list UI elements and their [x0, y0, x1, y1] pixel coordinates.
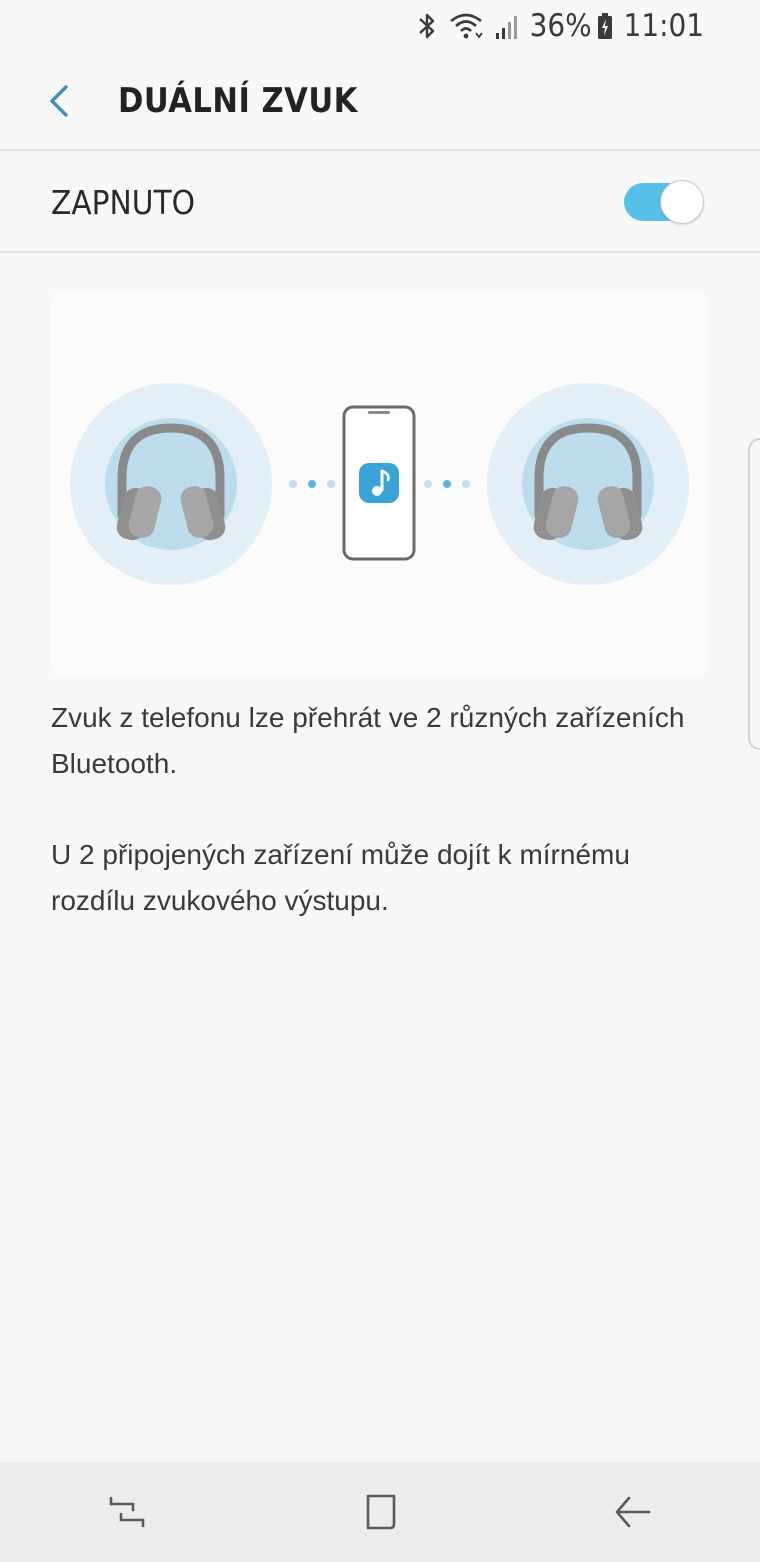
nav-back-button[interactable] [573, 1462, 693, 1562]
page-title: DUÁLNÍ ZVUK [118, 80, 358, 121]
home-icon [366, 1494, 396, 1530]
bluetooth-icon [416, 11, 438, 41]
chevron-left-icon [50, 84, 68, 117]
toggle-knob [660, 180, 704, 224]
master-switch-row[interactable]: ZAPNUTO [0, 153, 760, 253]
signal-icon [494, 11, 520, 41]
back-arrow-icon [616, 1496, 651, 1528]
back-button[interactable] [24, 66, 94, 136]
description-paragraph-1: Zvuk z telefonu lze přehrát ve 2 různých… [51, 702, 685, 779]
phone-icon [342, 405, 416, 561]
recent-apps-button[interactable] [67, 1462, 187, 1562]
description-paragraph-2: U 2 připojených zařízení může dojít k mí… [51, 839, 630, 916]
edge-panel-handle[interactable] [748, 438, 760, 750]
home-button[interactable] [320, 1462, 440, 1562]
battery-charging-icon [596, 11, 614, 41]
dual-audio-illustration [50, 290, 708, 678]
battery-percent: 36% [529, 8, 592, 44]
music-note-icon [359, 463, 399, 503]
status-bar: 36% 11:01 [0, 0, 760, 52]
dual-audio-toggle[interactable] [624, 180, 704, 224]
app-bar: DUÁLNÍ ZVUK [0, 52, 760, 151]
switch-label: ZAPNUTO [51, 182, 195, 222]
wifi-icon [448, 11, 484, 41]
navigation-bar [0, 1462, 760, 1562]
clock: 11:01 [623, 8, 704, 44]
headphones-icon [70, 383, 272, 585]
headphones-icon [487, 383, 689, 585]
recent-apps-icon [109, 1496, 144, 1528]
